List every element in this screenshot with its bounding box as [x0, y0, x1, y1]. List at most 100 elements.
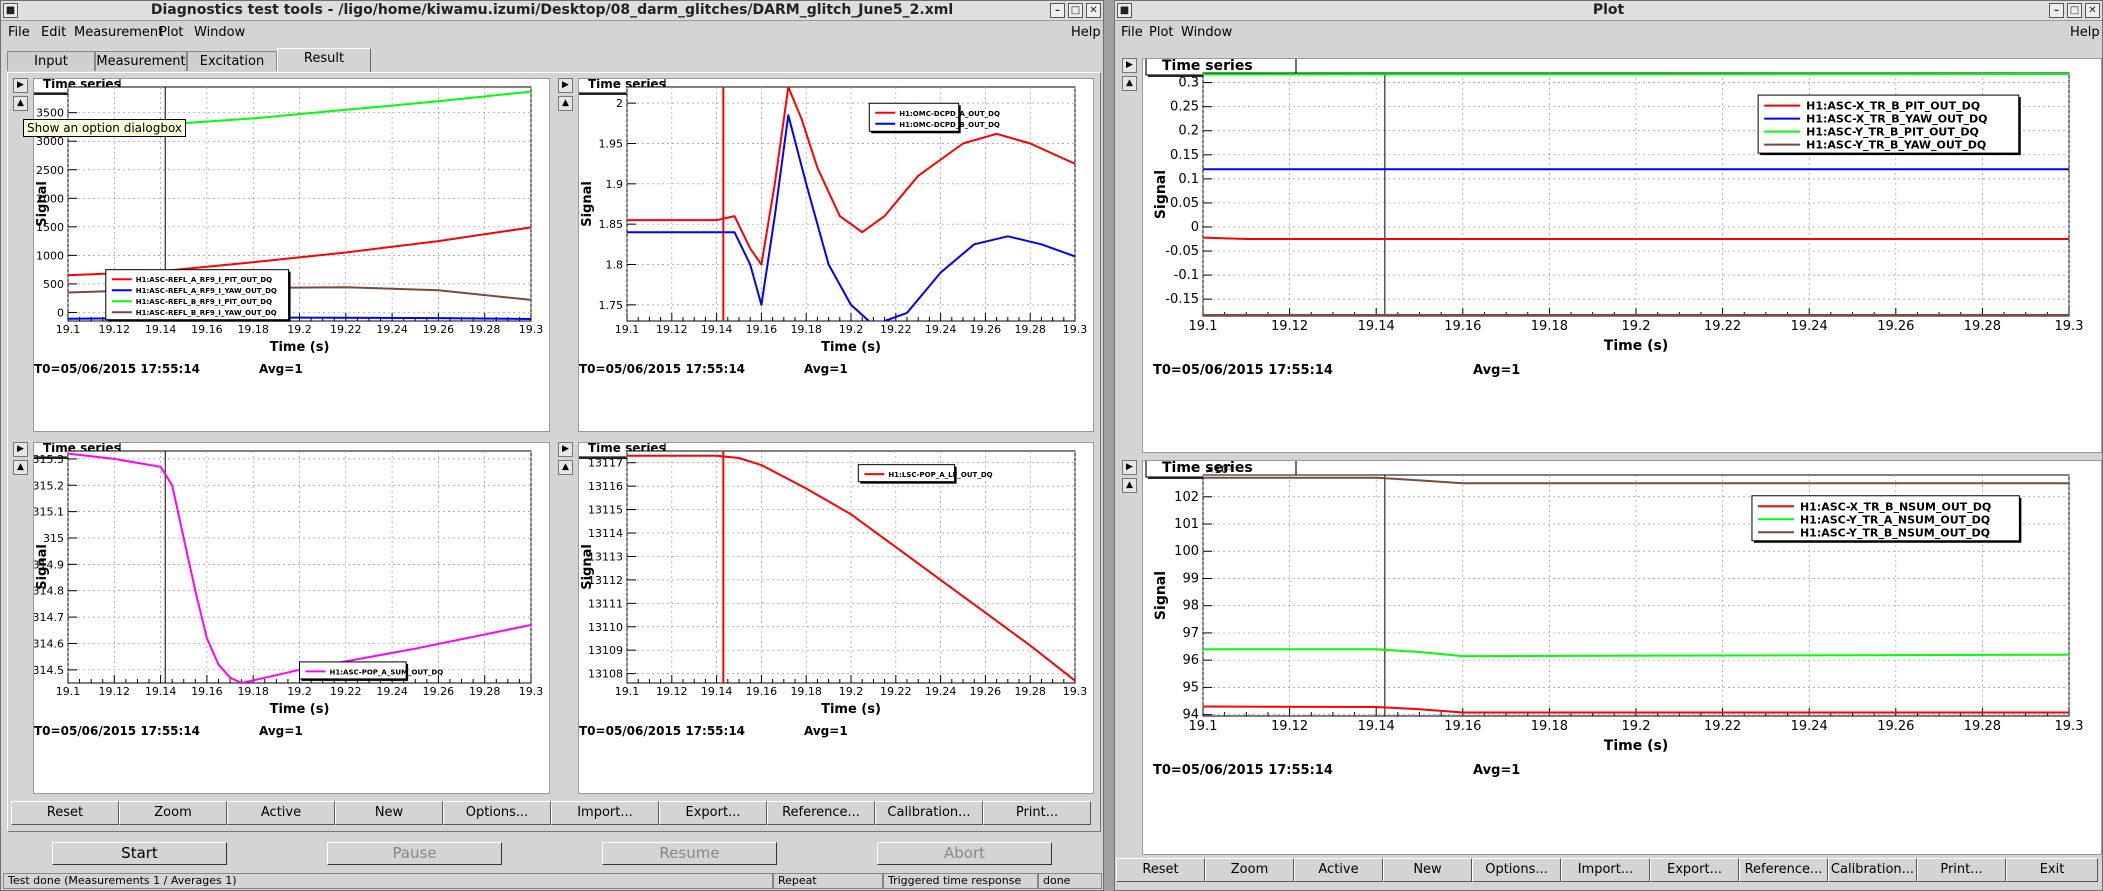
- pw-zoom-button[interactable]: Zoom: [1205, 858, 1294, 882]
- options-button[interactable]: Options...: [443, 801, 551, 825]
- export-button[interactable]: Export...: [659, 801, 767, 825]
- t0-label: T0=05/06/2015 17:55:14: [579, 362, 745, 376]
- x-tick-label: 19.26: [423, 685, 455, 698]
- y-axis-label: Signal: [35, 181, 50, 227]
- x-tick-label: 19.22: [880, 685, 912, 698]
- pad2-option-arrow[interactable]: ▶: [558, 78, 573, 93]
- plot-menu-bar: File Plot Window Help: [1115, 22, 2102, 44]
- pw-reset-button[interactable]: Reset: [1116, 858, 1205, 882]
- x-tick-label: 19.18: [790, 323, 822, 336]
- plot-close-button[interactable]: ✕: [2085, 3, 2100, 18]
- menu-plot[interactable]: Plot: [159, 22, 184, 44]
- x-tick-label: 19.1: [56, 685, 81, 698]
- pad1-option-arrow[interactable]: ▶: [13, 78, 28, 93]
- reference-button[interactable]: Reference...: [767, 801, 875, 825]
- import-button[interactable]: Import...: [551, 801, 659, 825]
- pw-reference-button[interactable]: Reference...: [1739, 858, 1828, 882]
- minimize-button[interactable]: –: [1050, 3, 1065, 18]
- reset-button[interactable]: Reset: [11, 801, 119, 825]
- print-button[interactable]: Print...: [983, 801, 1091, 825]
- legend-entry: H1:OMC-DCPD_A_OUT_DQ: [899, 110, 1000, 118]
- pw-import-button[interactable]: Import...: [1561, 858, 1650, 882]
- x-tick-label: 19.24: [376, 685, 408, 698]
- x-tick-label: 19.24: [1791, 319, 1828, 334]
- resume-button[interactable]: Resume: [602, 842, 777, 865]
- plot-menu-file[interactable]: File: [1121, 22, 1143, 44]
- plot-menu-window[interactable]: Window: [1181, 22, 1232, 44]
- chart-2: Time series19.1 19.12 19.14 19.16 19.18 19.2 1…: [576, 73, 1087, 376]
- start-button[interactable]: Start: [52, 842, 227, 865]
- calibration-button[interactable]: Calibration...: [875, 801, 983, 825]
- close-button[interactable]: ✕: [1086, 3, 1101, 18]
- active-button[interactable]: Active: [227, 801, 335, 825]
- new-button[interactable]: New: [335, 801, 443, 825]
- pad5-collapse-arrow[interactable]: ▲: [1122, 76, 1137, 91]
- x-tick-label: 19.14: [145, 323, 177, 336]
- y-tick-label: 1000: [36, 249, 64, 262]
- tab-result[interactable]: Result: [277, 48, 371, 72]
- plot-pad-2[interactable]: Time series 19.1 19.12 19.14 19.16 19.18 19.2 1…: [576, 73, 1094, 432]
- menu-measurement[interactable]: Measurement: [74, 22, 163, 44]
- plot-pad-5[interactable]: Time series 19.1 19.12 19.14 19.16 19.18 19.2 1…: [1142, 53, 2102, 453]
- menu-help[interactable]: Help: [1071, 22, 1101, 44]
- y-tick-label: 13117: [588, 457, 623, 470]
- menu-edit[interactable]: Edit: [41, 22, 66, 44]
- pad4-collapse-arrow[interactable]: ▲: [558, 460, 573, 475]
- t0-label: T0=05/06/2015 17:55:14: [34, 362, 200, 376]
- plot-pad-4[interactable]: Time series 19.1 19.12 19.14 19.16 19.18 19.2 1…: [576, 437, 1094, 794]
- pad3-option-arrow[interactable]: ▶: [13, 442, 28, 457]
- x-tick-label: 19.18: [1531, 319, 1568, 334]
- x-tick-label: 19.2: [839, 323, 864, 336]
- pause-button[interactable]: Pause: [327, 842, 502, 865]
- pw-print-button[interactable]: Print...: [1917, 858, 2006, 882]
- x-tick-label: 19.22: [1704, 719, 1741, 734]
- y-tick-label: 13110: [588, 621, 623, 634]
- y-tick-label: 0.25: [1170, 100, 1199, 115]
- maximize-button[interactable]: □: [1068, 3, 1083, 18]
- x-tick-label: 19.16: [191, 323, 223, 336]
- pw-calibration-button[interactable]: Calibration...: [1828, 858, 1917, 882]
- x-tick-label: 19.2: [839, 685, 864, 698]
- x-tick-label: 19.2: [1622, 719, 1651, 734]
- x-axis-label: Time (s): [821, 340, 881, 355]
- x-tick-label: 19.18: [790, 685, 822, 698]
- pad2-collapse-arrow[interactable]: ▲: [558, 96, 573, 111]
- plot-menu-help[interactable]: Help: [2070, 22, 2100, 44]
- x-tick-label: 19.12: [656, 323, 688, 336]
- plot-minimize-button[interactable]: –: [2049, 3, 2064, 18]
- zoom-button[interactable]: Zoom: [119, 801, 227, 825]
- pw-new-button[interactable]: New: [1383, 858, 1472, 882]
- window-menu-button[interactable]: ■: [3, 3, 18, 18]
- plot-pad-3[interactable]: Time series 19.1 19.12 19.14 19.16 19.18 19.2 1…: [31, 437, 550, 794]
- menu-window[interactable]: Window: [194, 22, 245, 44]
- pad5-option-arrow[interactable]: ▶: [1122, 58, 1137, 73]
- tab-excitation[interactable]: Excitation: [187, 51, 277, 71]
- y-tick-label: 99: [1182, 571, 1199, 586]
- tab-measurement[interactable]: Measurement: [95, 51, 187, 71]
- pad6-option-arrow[interactable]: ▶: [1122, 460, 1137, 475]
- pad1-collapse-arrow[interactable]: ▲: [13, 96, 28, 111]
- pw-active-button[interactable]: Active: [1294, 858, 1383, 882]
- tab-input[interactable]: Input: [7, 51, 95, 71]
- y-exponent: ×10³: [1205, 463, 1233, 476]
- x-tick-label: 19.26: [970, 685, 1002, 698]
- plot-menu-plot[interactable]: Plot: [1149, 22, 1174, 44]
- pw-options-button[interactable]: Options...: [1472, 858, 1561, 882]
- y-tick-label: 315.2: [34, 479, 64, 492]
- plot-maximize-button[interactable]: □: [2067, 3, 2082, 18]
- abort-button[interactable]: Abort: [877, 842, 1052, 865]
- x-tick-label: 19.28: [469, 323, 501, 336]
- pw-exit-button[interactable]: Exit: [2006, 858, 2098, 882]
- pad6-collapse-arrow[interactable]: ▲: [1122, 478, 1137, 493]
- menu-file[interactable]: File: [8, 22, 30, 44]
- x-tick-label: 19.1: [56, 323, 81, 336]
- pw-export-button[interactable]: Export...: [1650, 858, 1739, 882]
- x-tick-label: 19.26: [1877, 719, 1914, 734]
- window-titlebar: ■ Diagnostics test tools - /ligo/home/ki…: [1, 1, 1103, 21]
- pad3-collapse-arrow[interactable]: ▲: [13, 460, 28, 475]
- pad4-option-arrow[interactable]: ▶: [558, 442, 573, 457]
- status-state: done: [1038, 873, 1102, 889]
- plot-window-menu-button[interactable]: ■: [1117, 3, 1132, 18]
- plot-pad-6[interactable]: Time series 19.1 19.12 19.14 19.16 19.18 19.2 1…: [1142, 455, 2102, 855]
- x-axis-label: Time (s): [270, 340, 330, 355]
